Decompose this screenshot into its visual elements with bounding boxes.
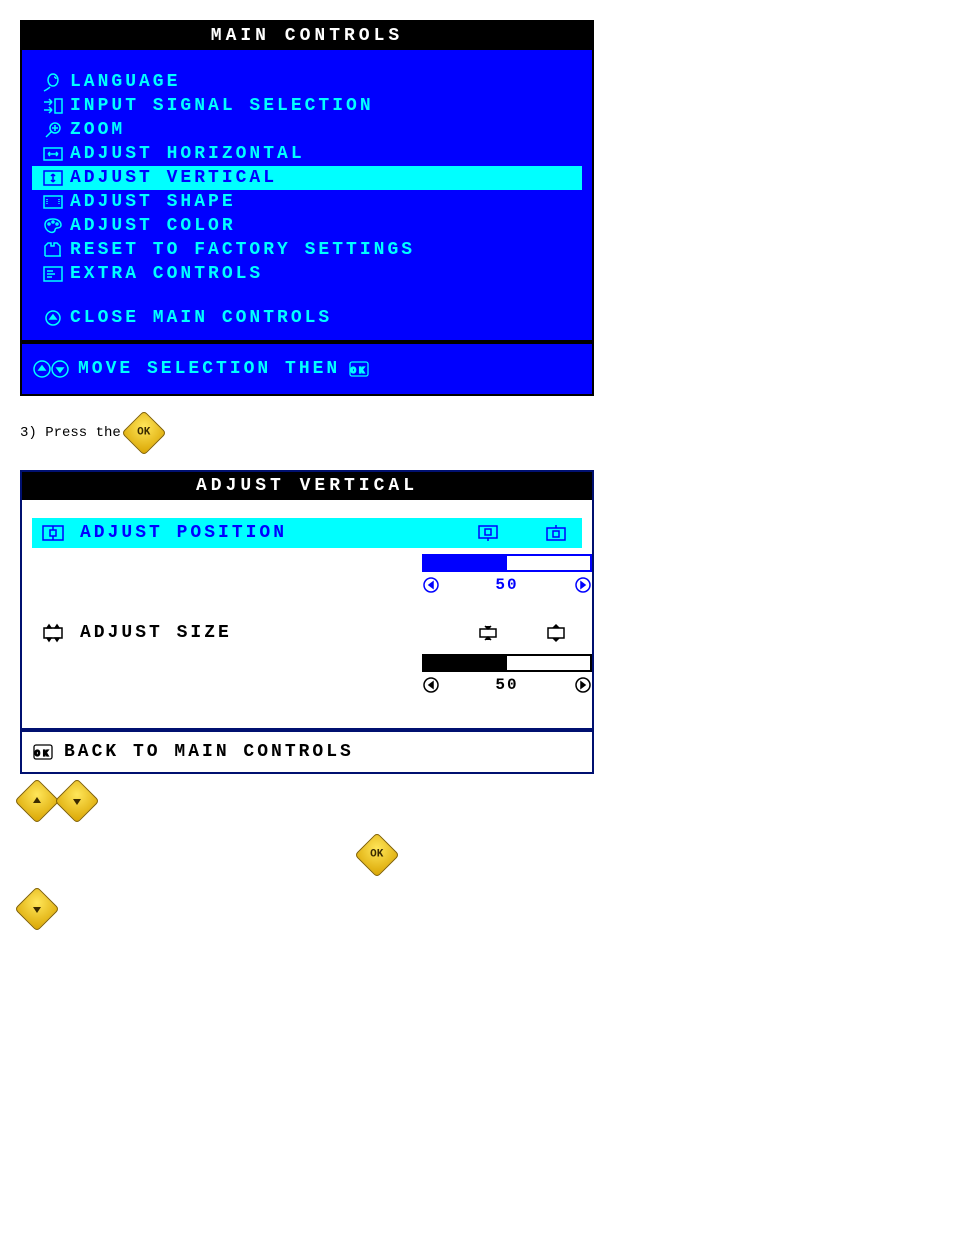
close-icon (36, 308, 70, 328)
menu-label: CLOSE MAIN CONTROLS (70, 308, 332, 328)
position-up-icon (544, 523, 568, 543)
svg-text:OK: OK (351, 366, 368, 376)
menu-item-adjust-shape[interactable]: ADJUST SHAPE (32, 190, 582, 214)
option-adjust-position[interactable]: ADJUST POSITION (32, 518, 582, 548)
down-button-physical (14, 886, 59, 931)
menu-label: EXTRA CONTROLS (70, 264, 263, 284)
ok-icon: OK (348, 360, 370, 378)
position-down-icon (476, 523, 500, 543)
instruction-step-5c: to highlight ADJUST SIZE. (20, 892, 954, 926)
position-slider[interactable]: 50 (422, 554, 592, 594)
menu-item-close[interactable]: CLOSE MAIN CONTROLS (32, 306, 582, 330)
slider-left-icon[interactable] (422, 576, 440, 594)
option-adjust-size[interactable]: ADJUST SIZE (32, 618, 582, 648)
menu-label: ADJUST SHAPE (70, 192, 236, 212)
menu-label: ZOOM (70, 120, 125, 140)
adjust-horizontal-icon (36, 144, 70, 164)
option-label: ADJUST SIZE (80, 623, 466, 643)
menu-label: LANGUAGE (70, 72, 180, 92)
step3-text: 3) Press the (20, 425, 121, 441)
svg-text:OK: OK (35, 749, 52, 759)
back-text: BACK TO MAIN CONTROLS (64, 742, 354, 762)
menu-item-adjust-color[interactable]: ADJUST COLOR (32, 214, 582, 238)
size-value: 50 (495, 676, 518, 694)
down-button-physical (54, 778, 99, 823)
menu-item-input-signal[interactable]: INPUT SIGNAL SELECTION (32, 94, 582, 118)
language-icon (36, 72, 70, 92)
adjust-position-icon (36, 522, 70, 544)
instruction-step-5: 5) When the position is adjusted, press … (20, 838, 954, 872)
main-controls-body: LANGUAGE INPUT SIGNAL SELECTION ZOOM ADJ… (22, 50, 592, 340)
adjust-vertical-icon (36, 168, 70, 188)
menu-item-language[interactable]: LANGUAGE (32, 70, 582, 94)
menu-label: RESET TO FACTORY SETTINGS (70, 240, 415, 260)
menu-item-zoom[interactable]: ZOOM (32, 118, 582, 142)
adjust-color-icon (36, 216, 70, 236)
menu-label: ADJUST VERTICAL (70, 168, 277, 188)
adjust-size-icon (36, 622, 70, 644)
instruction-step-4: 4) Press the or button to move the image… (20, 784, 954, 818)
size-shrink-icon (476, 623, 500, 643)
menu-item-factory-reset[interactable]: RESET TO FACTORY SETTINGS (32, 238, 582, 262)
zoom-icon (36, 120, 70, 140)
position-value: 50 (495, 576, 518, 594)
instruction-step-3: 3) Press the OK button. The ADJUST VERTI… (20, 416, 954, 450)
menu-item-adjust-vertical[interactable]: ADJUST VERTICAL (32, 166, 582, 190)
adjust-vertical-body: ADJUST POSITION 50 ADJUST SIZE (22, 500, 592, 728)
size-slider[interactable]: 50 (422, 654, 592, 694)
menu-label: ADJUST COLOR (70, 216, 236, 236)
adjust-vertical-footer[interactable]: OK BACK TO MAIN CONTROLS (22, 728, 592, 772)
slider-right-icon[interactable] (574, 576, 592, 594)
footer-text: MOVE SELECTION THEN (78, 359, 340, 379)
option-label: ADJUST POSITION (80, 523, 466, 543)
slider-left-icon[interactable] (422, 676, 440, 694)
adjust-shape-icon (36, 192, 70, 212)
extra-controls-icon (36, 264, 70, 284)
menu-label: INPUT SIGNAL SELECTION (70, 96, 374, 116)
up-button-physical (14, 778, 59, 823)
main-controls-panel: MAIN CONTROLS LANGUAGE INPUT SIGNAL SELE… (20, 20, 594, 396)
input-signal-icon (36, 96, 70, 116)
menu-item-adjust-horizontal[interactable]: ADJUST HORIZONTAL (32, 142, 582, 166)
main-controls-title: MAIN CONTROLS (22, 22, 592, 50)
ok-icon: OK (32, 743, 54, 761)
menu-item-extra-controls[interactable]: EXTRA CONTROLS (32, 262, 582, 286)
size-grow-icon (544, 623, 568, 643)
adjust-vertical-title: ADJUST VERTICAL (22, 472, 592, 500)
up-down-icon (32, 358, 70, 380)
main-controls-footer: MOVE SELECTION THEN OK (22, 340, 592, 394)
ok-button-physical: OK (354, 832, 399, 877)
ok-button-physical: OK (121, 410, 166, 455)
factory-reset-icon (36, 240, 70, 260)
slider-right-icon[interactable] (574, 676, 592, 694)
adjust-vertical-panel: ADJUST VERTICAL ADJUST POSITION 50 (20, 470, 594, 774)
menu-label: ADJUST HORIZONTAL (70, 144, 305, 164)
